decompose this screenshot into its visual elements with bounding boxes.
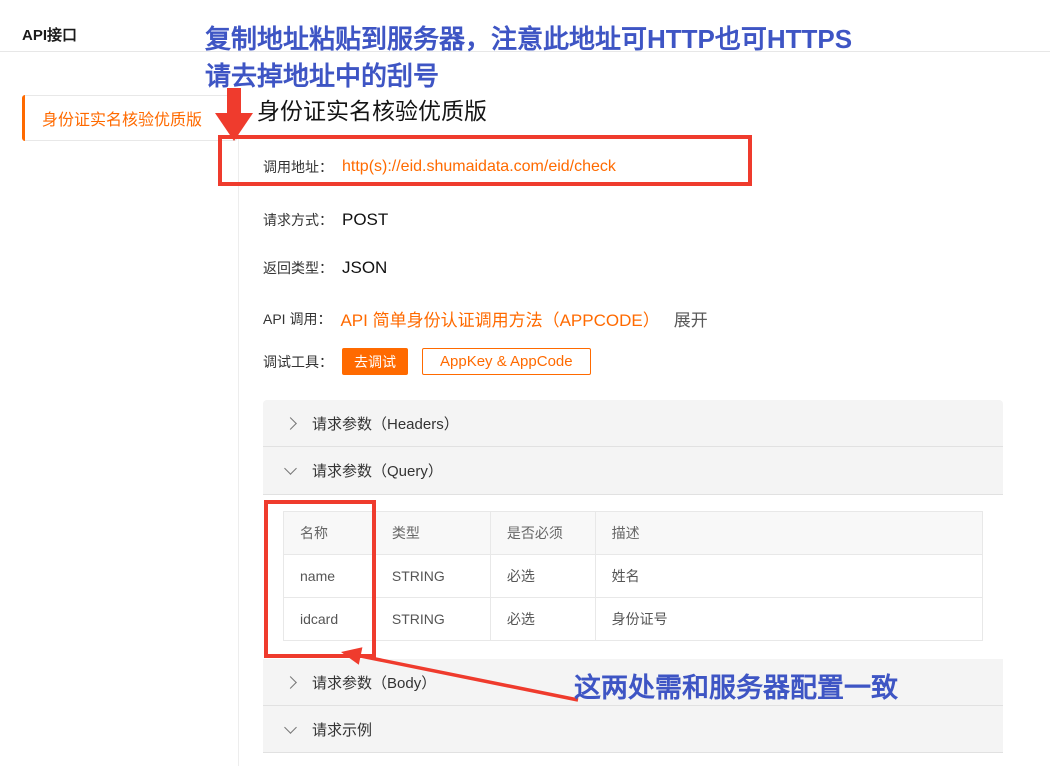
section-request-sample[interactable]: 请求示例 [263,706,1003,753]
expand-link[interactable]: 展开 [674,306,708,331]
param-required: 必选 [490,598,595,641]
tab-active-accent [22,95,25,141]
param-type: STRING [375,555,490,598]
annotation-copy-url-note: 复制地址粘贴到服务器，注意此地址可HTTP也可HTTPS [205,19,852,56]
content-panel-border [238,96,239,766]
api-title: 身份证实名核验优质版 [257,92,487,126]
section-request-params-headers[interactable]: 请求参数（Headers） [263,400,1003,447]
request-url-value: http(s)://eid.shumaidata.com/eid/check [342,158,616,176]
col-header-name: 名称 [284,512,376,555]
section-label-query: 请求参数（Query） [312,460,443,481]
request-url-row: 调用地址： http(s)://eid.shumaidata.com/eid/c… [263,157,616,177]
query-params-table: 名称 类型 是否必须 描述 name STRING 必选 姓名 idcard S… [283,511,983,641]
api-call-method: API 简单身份认证调用方法（APPCODE） [340,306,659,331]
param-required: 必选 [490,555,595,598]
section-request-params-query[interactable]: 请求参数（Query） [263,447,1003,495]
debug-tools-row: 调试工具： 去调试 AppKey & AppCode [263,348,591,375]
return-type-label: 返回类型： [263,258,333,278]
chevron-down-icon [284,462,297,475]
request-method-value: POST [342,210,388,230]
api-doc-page: API接口 身份证实名核验优质版 身份证实名核验优质版 调用地址： http(s… [0,0,1050,766]
page-title: API接口 [22,24,77,45]
section-label-headers: 请求参数（Headers） [312,413,459,434]
table-row: idcard STRING 必选 身份证号 [284,598,983,641]
table-row: name STRING 必选 姓名 [284,555,983,598]
param-name: name [284,555,376,598]
col-header-desc: 描述 [595,512,982,555]
param-desc: 身份证号 [595,598,982,641]
appkey-appcode-button[interactable]: AppKey & AppCode [422,348,591,375]
col-header-required: 是否必须 [490,512,595,555]
annotation-server-config-note: 这两处需和服务器配置一致 [574,666,898,705]
col-header-type: 类型 [375,512,490,555]
sidebar-tab-label: 身份证实名核验优质版 [23,106,202,130]
chevron-right-icon [284,676,297,689]
chevron-down-icon [284,721,297,734]
param-desc: 姓名 [595,555,982,598]
return-type-row: 返回类型： JSON [263,258,387,278]
section-label-sample: 请求示例 [312,719,372,740]
param-type: STRING [375,598,490,641]
param-name: idcard [284,598,376,641]
api-call-label: API 调用： [263,309,331,329]
debug-tools-label: 调试工具： [263,352,333,372]
request-method-row: 请求方式： POST [263,210,388,230]
return-type-value: JSON [342,258,387,278]
request-method-label: 请求方式： [263,210,333,230]
chevron-right-icon [284,417,297,430]
api-call-row: API 调用： API 简单身份认证调用方法（APPCODE） 展开 [263,306,708,331]
request-url-label: 调用地址： [263,157,333,177]
sidebar-tab-id-verification[interactable]: 身份证实名核验优质版 [22,95,238,141]
section-label-body: 请求参数（Body） [312,672,436,693]
go-debug-button[interactable]: 去调试 [342,348,408,375]
annotation-remove-brackets-note: 请去掉地址中的刮号 [205,56,439,93]
table-header-row: 名称 类型 是否必须 描述 [284,512,983,555]
